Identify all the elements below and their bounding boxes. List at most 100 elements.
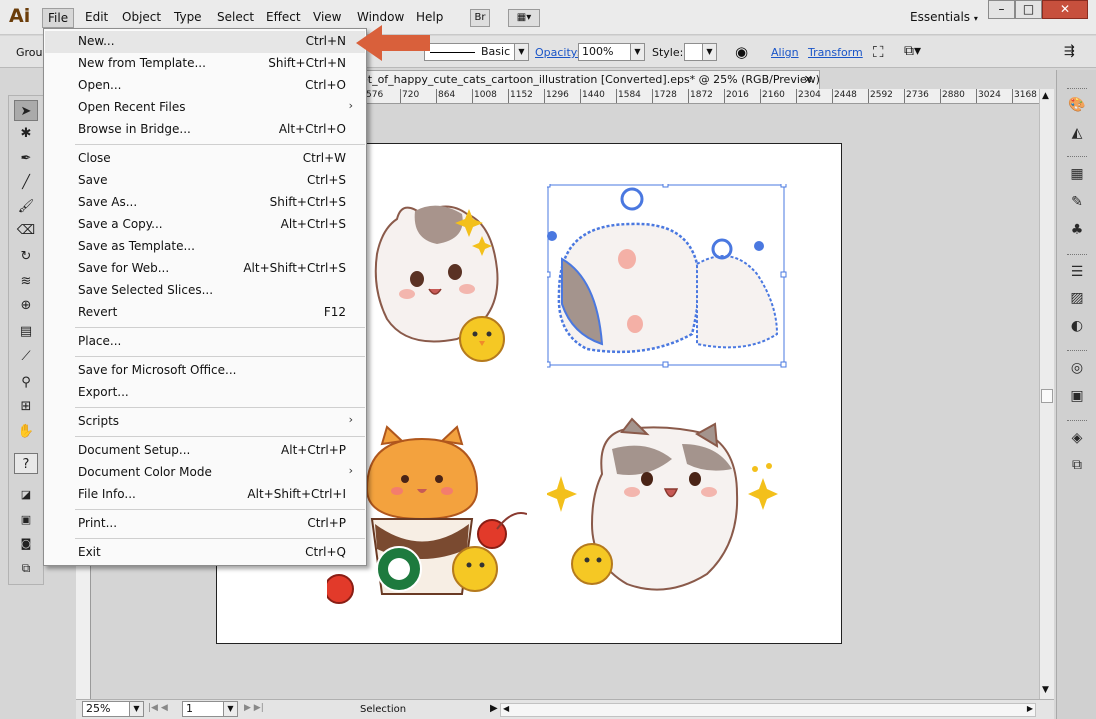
bridge-button[interactable]: Br [470,9,490,27]
menu-item-revert[interactable]: Revert F12 [45,302,365,324]
artboard-number-select[interactable]: 1 ▼ [182,701,238,717]
scroll-down-icon[interactable]: ▼ [1042,685,1049,695]
menu-select[interactable]: Select [212,8,259,28]
menu-item-save-as-template[interactable]: Save as Template... [45,236,365,258]
draw-mode-icon[interactable]: ◙ [14,533,38,554]
menu-effect[interactable]: Effect [261,8,306,28]
opacity-link[interactable]: Opacity: [535,46,580,59]
rotate-icon[interactable]: ↻ [14,246,38,267]
minimize-button[interactable]: – [988,0,1015,19]
stroke-style-select[interactable]: Basic ▼ [424,43,529,61]
ruler-label: 720 [402,90,420,100]
graphic-styles-icon[interactable]: ▣ [1066,386,1088,406]
eraser-icon[interactable]: ⌫ [14,220,38,241]
hand-icon[interactable]: ✋ [14,421,38,442]
eyedropper-icon[interactable]: ⟋ [14,346,38,367]
menu-item-save-a-copy[interactable]: Save a Copy... Alt+Ctrl+S [45,214,365,236]
vertical-scrollbar[interactable]: ▲ ▼ [1039,89,1054,699]
ruler-tick [544,89,545,103]
horizontal-scrollbar[interactable]: ◀ ▶ [500,703,1036,717]
brushes-icon[interactable]: ✎ [1066,192,1088,212]
menu-item-label: Save for Web... [78,261,170,275]
shape-builder-icon[interactable]: ⊕ [14,295,38,316]
warp-icon[interactable]: ≋ [14,271,38,292]
graphic-style-picker[interactable]: ▼ [684,43,717,61]
menu-item-save-for-web[interactable]: Save for Web... Alt+Shift+Ctrl+S [45,258,365,280]
menu-item-save-as[interactable]: Save As... Shift+Ctrl+S [45,192,365,214]
swatches-icon[interactable]: ▦ [1066,164,1088,184]
select-similar-icon[interactable]: ⧉▾ [904,43,921,59]
graph-icon[interactable]: ▤ [14,321,38,342]
menu-item-document-setup[interactable]: Document Setup... Alt+Ctrl+P [45,440,365,462]
cat-illustration-selected[interactable] [547,184,787,369]
screen-mode-icon[interactable]: ⧉ [14,558,38,579]
transparency-icon[interactable]: ◐ [1066,316,1088,336]
brush-icon[interactable]: 🖌 [14,196,38,217]
menu-item-new-from-template[interactable]: New from Template... Shift+Ctrl+N [45,53,365,75]
arrange-documents-button[interactable]: ▦▾ [508,9,540,27]
appearance-icon[interactable]: ◎ [1066,358,1088,378]
last-artboard-icon[interactable]: ▶ ▶| [244,703,264,713]
menu-item-browse-in-bridge[interactable]: Browse in Bridge... Alt+Ctrl+O [45,119,365,141]
chevron-down-icon: ▼ [129,702,143,716]
align-link[interactable]: Align [771,46,799,59]
app-logo: Ai [9,5,31,27]
menu-type[interactable]: Type [169,8,207,28]
maximize-button[interactable]: □ [1015,0,1042,19]
ruler-tick [652,89,653,103]
close-button[interactable]: ✕ [1042,0,1088,19]
scroll-left-icon[interactable]: ◀ [503,704,509,713]
menu-edit[interactable]: Edit [80,8,113,28]
status-menu-icon[interactable]: ▶ [490,703,498,714]
layers-icon[interactable]: ◈ [1066,428,1088,448]
ruler-tick [796,89,797,103]
document-tab[interactable]: et_of_happy_cute_cats_cartoon_illustrati… [300,70,820,90]
symbols-icon[interactable]: ♣ [1066,220,1088,240]
symbol-sprayer-icon[interactable]: ⚲ [14,372,38,393]
panel-menu-icon[interactable]: ⇶ [1064,44,1075,59]
artboards-icon[interactable]: ⧉ [1066,455,1088,475]
menu-item-scripts[interactable]: Scripts › [45,411,365,433]
menu-item-save[interactable]: Save Ctrl+S [45,170,365,192]
first-artboard-icon[interactable]: |◀ ◀ [148,703,168,713]
selection-icon[interactable]: ➤ [14,100,38,121]
color-mode-icon[interactable]: ▣ [14,509,38,530]
gradient-icon[interactable]: ▨ [1066,288,1088,308]
line-icon[interactable]: ╱ [14,172,38,193]
fill-stroke-icon[interactable]: ◪ [14,484,38,505]
menu-item-save-for-office[interactable]: Save for Microsoft Office... [45,360,365,382]
menu-item-place[interactable]: Place... [45,331,365,353]
help-icon[interactable]: ? [14,453,38,474]
menu-item-exit[interactable]: Exit Ctrl+Q [45,542,365,564]
close-tab-icon[interactable]: ✕ [804,71,813,89]
recolor-artwork-icon[interactable]: ◉ [735,43,748,61]
magic-wand-icon[interactable]: ✱ [14,123,38,144]
transform-link[interactable]: Transform [808,46,863,59]
menu-object[interactable]: Object [117,8,166,28]
zoom-select[interactable]: 25% ▼ [82,701,144,717]
menu-item-document-color-mode[interactable]: Document Color Mode › [45,462,365,484]
menu-item-print[interactable]: Print... Ctrl+P [45,513,365,535]
menu-item-new[interactable]: New... Ctrl+N [45,31,365,53]
artboard-icon[interactable]: ⊞ [14,396,38,417]
stroke-icon[interactable]: ☰ [1066,262,1088,282]
workspace-switcher[interactable]: Essentials ▾ [910,10,978,24]
menu-item-shortcut: Shift+Ctrl+S [269,195,346,209]
menu-item-save-selected-slices[interactable]: Save Selected Slices... [45,280,365,302]
color-icon[interactable]: 🎨 [1066,95,1088,115]
menu-item-close[interactable]: Close Ctrl+W [45,148,365,170]
pen-icon[interactable]: ✒ [14,148,38,169]
scrollbar-thumb[interactable] [1041,389,1053,403]
menu-item-export[interactable]: Export... [45,382,365,404]
menu-item-open[interactable]: Open... Ctrl+O [45,75,365,97]
menu-view[interactable]: View [308,8,346,28]
scroll-up-icon[interactable]: ▲ [1042,91,1049,101]
menu-item-open-recent[interactable]: Open Recent Files › [45,97,365,119]
menu-item-file-info[interactable]: File Info... Alt+Shift+Ctrl+I [45,484,365,506]
scroll-right-icon[interactable]: ▶ [1027,704,1033,713]
menu-file[interactable]: File [42,8,75,28]
arrange-documents-icon: ▦▾ [516,12,532,23]
isolate-group-icon[interactable]: ⛶ [873,43,884,61]
color-guide-icon[interactable]: ◭ [1066,123,1088,143]
opacity-input[interactable]: 100% ▼ [578,43,645,61]
